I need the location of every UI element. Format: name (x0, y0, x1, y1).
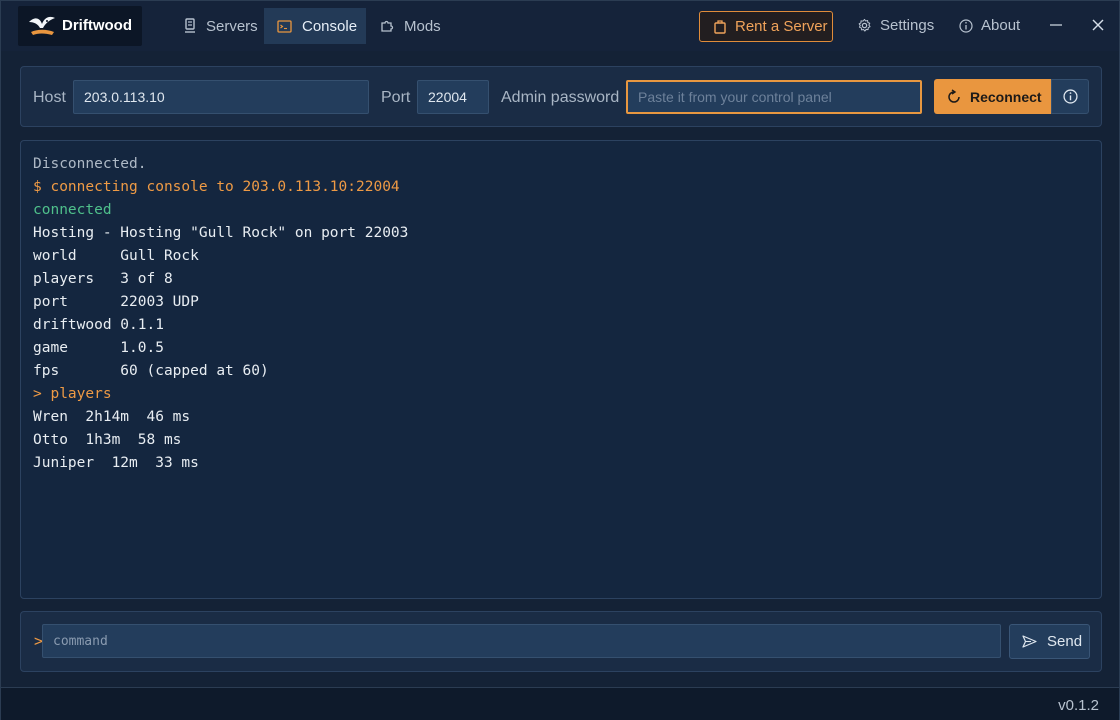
connection-info-button[interactable] (1051, 79, 1089, 114)
reconnect-label: Reconnect (970, 88, 1042, 105)
command-bar: > Send (20, 611, 1102, 672)
title-bar: Driftwood Servers Console Mods Rent a Se… (1, 1, 1119, 51)
settings-button[interactable]: Settings (857, 17, 934, 34)
version-label: v0.1.2 (1058, 697, 1099, 714)
app-window: Driftwood Servers Console Mods Rent a Se… (0, 0, 1120, 720)
console-line: connected (33, 202, 112, 218)
info-icon (1062, 89, 1078, 104)
minimize-icon (1050, 24, 1062, 26)
settings-label: Settings (880, 17, 935, 34)
console-line: Wren 2h14m 46 ms (33, 409, 191, 425)
app-name: Driftwood (62, 17, 132, 34)
shopping-bag-icon (714, 19, 726, 34)
tab-console-label: Console (302, 17, 358, 35)
minimize-button[interactable] (1046, 15, 1066, 35)
console-line: driftwood 0.1.1 (33, 317, 164, 333)
tab-mods-label: Mods (404, 17, 441, 35)
admin-password-input[interactable] (626, 80, 922, 114)
console-line: game 1.0.5 (33, 340, 164, 356)
rent-server-button[interactable]: Rent a Server (699, 11, 833, 42)
port-input[interactable] (417, 80, 489, 114)
console-line: $ connecting console to 203.0.113.10:220… (33, 179, 400, 195)
console-line: fps 60 (capped at 60) (33, 363, 269, 379)
tab-servers-label: Servers (206, 17, 258, 35)
send-icon (1022, 635, 1037, 648)
server-icon (184, 18, 196, 34)
tab-servers[interactable]: Servers (181, 8, 261, 44)
app-logo[interactable]: Driftwood (18, 6, 142, 46)
command-input[interactable] (42, 624, 1001, 658)
console-line: Hosting - Hosting "Gull Rock" on port 22… (33, 225, 409, 241)
console-output[interactable]: Disconnected. $ connecting console to 203… (20, 140, 1102, 599)
console-line: world Gull Rock (33, 248, 199, 264)
about-button[interactable]: About (959, 17, 1020, 34)
close-button[interactable] (1088, 15, 1108, 35)
close-icon (1092, 19, 1104, 31)
info-icon (959, 18, 973, 33)
console-line: Juniper 12m 33 ms (33, 455, 199, 471)
connection-panel: Host Port Admin password Reconnect (20, 66, 1102, 127)
console-line: players 3 of 8 (33, 271, 173, 287)
console-line: > players (33, 386, 112, 402)
status-bar: v0.1.2 (1, 687, 1119, 720)
terminal-icon (277, 19, 292, 33)
host-input[interactable] (73, 80, 369, 114)
reconnect-button[interactable]: Reconnect (934, 79, 1051, 114)
console-line: Otto 1h3m 58 ms (33, 432, 182, 448)
refresh-icon (946, 88, 962, 105)
tab-mods[interactable]: Mods (377, 8, 447, 44)
send-label: Send (1047, 633, 1083, 650)
gull-logo-icon (29, 16, 55, 35)
about-label: About (981, 17, 1021, 34)
console-line: port 22003 UDP (33, 294, 199, 310)
admin-password-label: Admin password (501, 89, 620, 106)
console-line: Disconnected. (33, 156, 147, 172)
puzzle-icon (380, 19, 394, 33)
send-button[interactable]: Send (1009, 624, 1090, 659)
tab-console[interactable]: Console (264, 8, 366, 44)
host-label: Host (33, 89, 66, 106)
rent-server-label: Rent a Server (735, 18, 828, 35)
gear-icon (857, 18, 872, 33)
port-label: Port (381, 89, 411, 106)
